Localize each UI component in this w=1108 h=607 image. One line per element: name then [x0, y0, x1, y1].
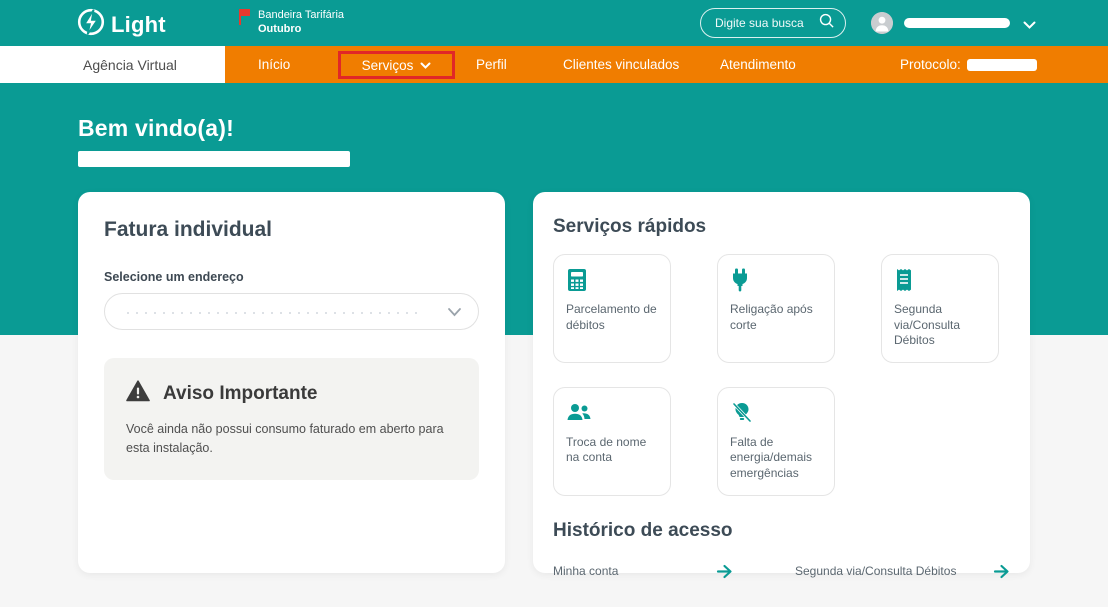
plug-icon	[730, 268, 822, 292]
tile-label: Falta de energia/demais emergências	[730, 435, 822, 482]
people-icon	[566, 401, 658, 425]
arrow-right-icon[interactable]	[993, 564, 1010, 579]
search-input[interactable]	[715, 16, 818, 30]
history-link-segunda-via[interactable]: Segunda via/Consulta Débitos	[795, 564, 956, 578]
select-chevron-down-icon	[447, 305, 462, 323]
nav-item-servicos[interactable]: Serviços	[338, 51, 455, 79]
red-flag-icon	[237, 8, 251, 37]
main-navbar: Agência Virtual Início Serviços Perfil C…	[0, 46, 1108, 83]
nav-item-clientes-vinculados[interactable]: Clientes vinculados	[563, 46, 679, 83]
nav-item-atendimento[interactable]: Atendimento	[720, 46, 796, 83]
tariff-flag-text: Bandeira Tarifária Outubro	[258, 8, 344, 37]
tariff-flag-month: Outubro	[258, 23, 301, 35]
tariff-flag-label: Bandeira Tarifária	[258, 9, 344, 21]
quick-services-grid: Parcelamento de débitos Religação após c…	[553, 254, 1010, 496]
agencia-virtual-page: Light Bandeira Tarifária Outubro	[0, 0, 1108, 607]
tile-parcelamento-debitos[interactable]: Parcelamento de débitos	[553, 254, 671, 363]
fatura-card-title: Fatura individual	[104, 218, 479, 242]
address-select-dropdown[interactable]	[104, 293, 479, 330]
nav-item-perfil[interactable]: Perfil	[476, 46, 507, 83]
tariff-flag-widget[interactable]: Bandeira Tarifária Outubro	[237, 8, 344, 37]
welcome-greeting: Bem vindo(a)!	[78, 115, 234, 142]
light-bolt-icon	[76, 7, 106, 42]
user-avatar[interactable]	[871, 12, 893, 34]
tile-label: Troca de nome na conta	[566, 435, 658, 466]
search-box[interactable]	[700, 8, 846, 38]
nav-servicos-label: Serviços	[362, 58, 414, 73]
servicos-card-title: Serviços rápidos	[553, 216, 1010, 238]
servicos-rapidos-card: Serviços rápidos Parcelamento de débitos	[533, 192, 1030, 573]
arrow-right-icon[interactable]	[716, 564, 733, 579]
notice-message: Você ainda não possui consumo faturado e…	[126, 420, 457, 458]
address-select-label: Selecione um endereço	[104, 270, 479, 284]
user-name-redacted[interactable]	[904, 18, 1010, 28]
tile-segunda-via-consulta[interactable]: Segunda via/Consulta Débitos	[881, 254, 999, 363]
protocol-value-redacted	[967, 59, 1037, 71]
notice-title: Aviso Importante	[163, 383, 318, 405]
nav-item-inicio[interactable]: Início	[258, 46, 290, 83]
logo-wordmark: Light	[111, 12, 166, 38]
tile-religacao-apos-corte[interactable]: Religação após corte	[717, 254, 835, 363]
search-icon[interactable]	[818, 12, 835, 34]
user-menu-chevron-down-icon[interactable]	[1023, 17, 1036, 35]
protocol-label: Protocolo:	[900, 57, 961, 72]
top-header: Light Bandeira Tarifária Outubro	[0, 0, 1108, 46]
welcome-user-name-redacted	[78, 151, 350, 167]
tile-label: Segunda via/Consulta Débitos	[894, 302, 986, 349]
history-link-minha-conta[interactable]: Minha conta	[553, 564, 618, 578]
servicos-chevron-down-icon	[420, 58, 431, 73]
protocol-display: Protocolo:	[900, 46, 1037, 83]
power-off-icon	[730, 401, 822, 425]
access-history-links: Minha conta Segunda via/Consulta Débitos	[553, 564, 1010, 579]
tile-falta-de-energia[interactable]: Falta de energia/demais emergências	[717, 387, 835, 496]
fatura-individual-card: Fatura individual Selecione um endereço …	[78, 192, 505, 573]
calculator-icon	[566, 268, 658, 292]
tile-troca-de-nome[interactable]: Troca de nome na conta	[553, 387, 671, 496]
tile-label: Religação após corte	[730, 302, 822, 333]
tile-label: Parcelamento de débitos	[566, 302, 658, 333]
historico-acesso-title: Histórico de acesso	[553, 520, 1010, 542]
light-logo[interactable]: Light	[76, 7, 166, 42]
breadcrumb-agencia-virtual: Agência Virtual	[0, 46, 225, 83]
important-notice-box: Aviso Importante Você ainda não possui c…	[104, 358, 479, 480]
invoice-icon	[894, 268, 986, 292]
warning-triangle-icon	[126, 380, 150, 407]
